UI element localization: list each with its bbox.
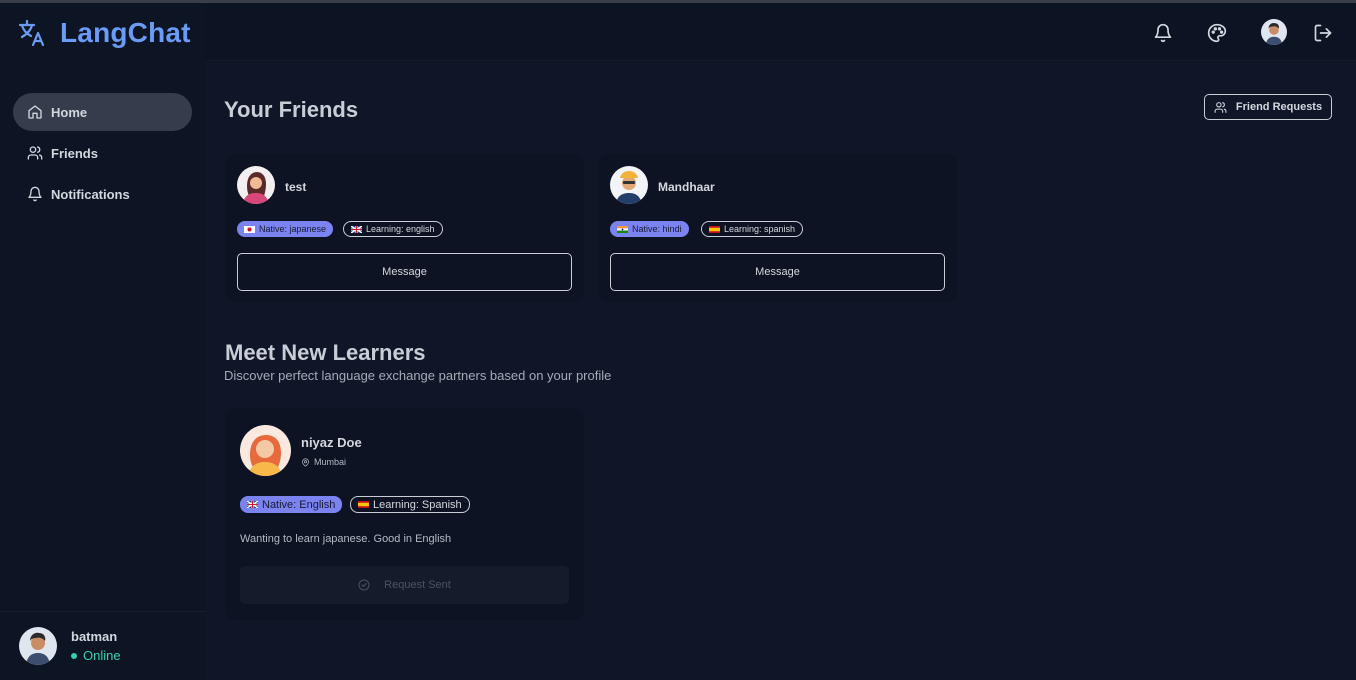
sidebar-nav: Home Friends Notifications (13, 93, 192, 216)
learner-location: Mumbai (301, 457, 346, 467)
spain-flag-icon (709, 225, 720, 233)
learner-card: niyaz Doe Mumbai Native: English Learnin… (225, 408, 584, 620)
users-icon (1214, 101, 1227, 113)
friend-card: test Native: japanese Learning: english … (225, 154, 584, 302)
native-language-label: Native: English (262, 498, 336, 511)
users-icon (27, 146, 43, 160)
learning-language-label: Learning: english (366, 224, 435, 234)
sidebar-item-label: Home (51, 104, 88, 120)
app-logo[interactable]: LangChat (18, 17, 191, 49)
avatar (610, 166, 648, 204)
learner-bio: Wanting to learn japanese. Good in Engli… (240, 533, 452, 545)
native-language-label: Native: japanese (259, 224, 327, 234)
india-flag-icon (617, 225, 628, 233)
request-sent-button[interactable]: Request Sent (240, 566, 569, 604)
app-name: LangChat (60, 17, 191, 48)
friend-requests-button[interactable]: Friend Requests (1204, 94, 1332, 120)
sidebar-item-label: Notifications (51, 186, 130, 202)
avatar[interactable] (1261, 19, 1287, 45)
friend-name: test (285, 180, 307, 194)
status-label: Online (83, 648, 121, 663)
learner-avatar-image (240, 425, 291, 476)
map-pin-icon (302, 457, 309, 467)
home-icon (28, 105, 42, 119)
main-content: Your Friends Friend Requests test Native… (205, 62, 1356, 680)
native-language-badge: Native: japanese (237, 221, 334, 237)
page-title: Your Friends (224, 97, 359, 122)
check-circle-icon (358, 579, 370, 591)
sidebar: LangChat Home Friends Notifications batm… (0, 3, 205, 680)
native-language-badge: Native: English (240, 496, 343, 513)
current-user-panel: batman Online (0, 611, 205, 680)
user-avatar-image (1261, 19, 1287, 45)
avatar (240, 425, 291, 476)
section-title: Meet New Learners (225, 340, 426, 365)
request-sent-label: Request Sent (384, 579, 451, 591)
spain-flag-icon (358, 501, 369, 508)
user-avatar-image (19, 627, 57, 665)
bell-icon (28, 186, 42, 202)
message-button[interactable]: Message (610, 253, 945, 291)
section-subtitle: Discover perfect language exchange partn… (224, 368, 612, 383)
sidebar-item-friends[interactable]: Friends (13, 134, 192, 172)
learning-language-badge: Learning: Spanish (350, 496, 470, 513)
friend-card: Mandhaar Native: hindi Learning: spanish… (598, 154, 957, 302)
friend-avatar-image (610, 166, 648, 204)
learning-language-badge: Learning: english (343, 221, 443, 237)
japan-flag-icon (244, 225, 255, 233)
avatar[interactable] (19, 627, 57, 665)
uk-flag-icon (351, 225, 362, 233)
learning-language-badge: Learning: spanish (701, 221, 804, 237)
learner-name: niyaz Doe (301, 435, 362, 450)
uk-flag-icon (247, 501, 258, 508)
online-dot (71, 652, 77, 659)
translate-icon (18, 19, 45, 47)
avatar (237, 166, 275, 204)
message-button[interactable]: Message (237, 253, 572, 291)
friend-requests-label: Friend Requests (1235, 101, 1323, 113)
current-user-name: batman (71, 629, 118, 644)
bell-icon[interactable] (1153, 23, 1173, 43)
friend-avatar-image (237, 166, 275, 204)
native-language-badge: Native: hindi (610, 221, 689, 237)
sidebar-item-label: Friends (51, 145, 98, 161)
native-language-label: Native: hindi (632, 224, 682, 234)
logout-icon[interactable] (1313, 23, 1333, 43)
sidebar-item-notifications[interactable]: Notifications (13, 175, 192, 213)
top-bar (205, 3, 1356, 61)
sidebar-item-home[interactable]: Home (13, 93, 192, 131)
status-badge: Online (71, 648, 121, 663)
learning-language-label: Learning: spanish (724, 224, 796, 234)
location-label: Mumbai (314, 457, 347, 467)
friend-name: Mandhaar (658, 180, 715, 194)
palette-icon[interactable] (1207, 23, 1227, 43)
learning-language-label: Learning: Spanish (373, 498, 462, 511)
